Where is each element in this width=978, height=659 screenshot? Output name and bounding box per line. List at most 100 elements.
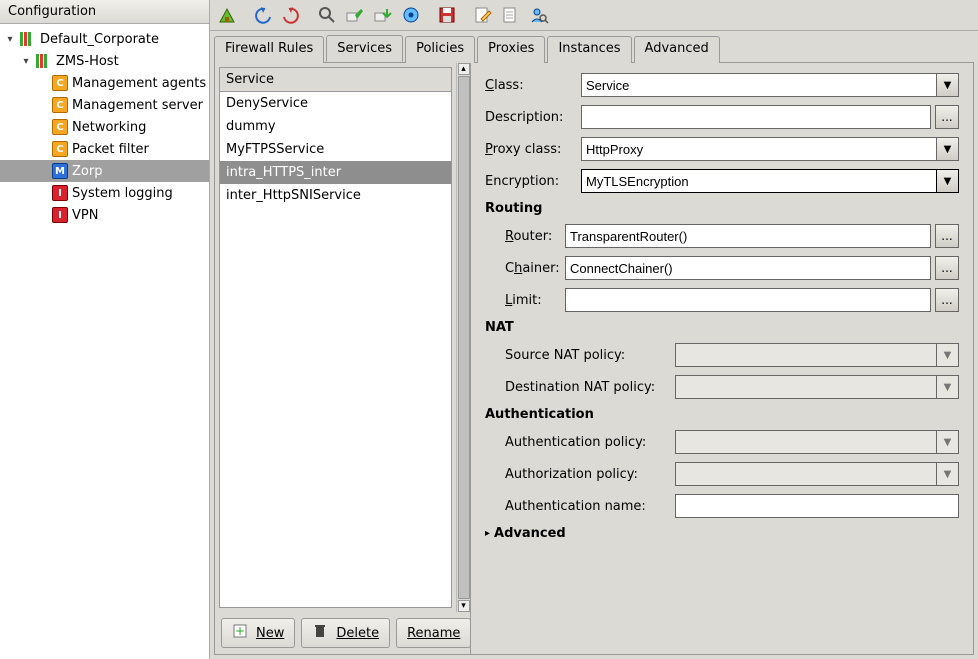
edit-icon [473,5,493,25]
tab-instances[interactable]: Instances [547,36,631,63]
receive-icon [373,5,393,25]
module-icon [52,163,68,179]
tree-item-label: System logging [72,186,173,201]
service-item[interactable]: intra_HTTPS_inter [220,161,451,184]
tree-item-label: Management agents [72,76,206,91]
module-icon [52,75,68,91]
chainer-label: Chainer: [505,261,565,276]
expand-icon[interactable]: ▾ [4,34,16,45]
ellipsis-button[interactable]: ... [935,105,959,129]
doc-icon[interactable] [498,2,524,28]
settings-icon[interactable] [398,2,424,28]
scroll-down-icon[interactable]: ▾ [458,600,470,612]
dropdown-icon[interactable]: ▼ [937,169,959,193]
tree-item-vpn[interactable]: VPN [0,204,209,226]
service-item[interactable]: MyFTPSService [220,138,451,161]
scrollbar[interactable]: ▴ ▾ [456,63,470,612]
service-item[interactable]: inter_HttpSNIService [220,184,451,207]
authname-input[interactable] [675,494,959,518]
class-select[interactable] [581,73,937,97]
service-item[interactable]: DenyService [220,92,451,115]
expand-icon[interactable]: ▾ [20,56,32,67]
main-panel: Firewall RulesServicesPoliciesProxiesIns… [210,0,978,659]
trash-icon [312,623,332,643]
limit-input[interactable] [565,288,931,312]
host-icon [36,54,52,68]
ellipsis-button[interactable]: ... [935,256,959,280]
search-icon [317,5,337,25]
tree-item-zorp[interactable]: Zorp [0,160,209,182]
router-input[interactable] [565,224,931,248]
user-search-icon[interactable] [526,2,552,28]
settings-icon [401,5,421,25]
authnpol-select[interactable] [675,430,937,454]
authname-label: Authentication name: [505,499,675,514]
dropdown-icon[interactable]: ▼ [937,73,959,97]
search-icon[interactable] [314,2,340,28]
doc-icon [501,5,521,25]
ellipsis-button[interactable]: ... [935,224,959,248]
delete-button[interactable]: Delete [301,618,390,648]
service-list: Service DenyServicedummyMyFTPSServiceint… [219,67,452,608]
new-button[interactable]: + New [221,618,295,648]
dropdown-icon[interactable]: ▼ [937,462,959,486]
tree-panel: Configuration ▾ Default_Corporate ▾ ZMS-… [0,0,210,659]
toolbar [210,0,978,31]
scroll-thumb[interactable] [458,76,470,599]
class-label: Class: [485,78,581,93]
receive-icon[interactable] [370,2,396,28]
proxy-select[interactable] [581,137,937,161]
rename-button[interactable]: Rename [396,618,471,648]
org-icon [20,32,36,46]
description-label: Description: [485,110,581,125]
chainer-input[interactable] [565,256,931,280]
module-icon [52,185,68,201]
apply-icon[interactable] [342,2,368,28]
tree-root-label: Default_Corporate [40,32,159,47]
home-icon[interactable] [214,2,240,28]
tab-firewall-rules[interactable]: Firewall Rules [214,36,324,63]
ellipsis-button[interactable]: ... [935,288,959,312]
tab-advanced[interactable]: Advanced [634,36,720,63]
tree-title: Configuration [0,0,209,24]
tree-host[interactable]: ▾ ZMS-Host [0,50,209,72]
details-form: Class: ▼ Description: ... Proxy class: ▼ [471,63,973,654]
dstnat-label: Destination NAT policy: [505,380,675,395]
tab-policies[interactable]: Policies [405,36,475,63]
description-input[interactable] [581,105,931,129]
tab-services[interactable]: Services [326,35,403,62]
advanced-section[interactable]: ▸ Advanced [485,526,959,541]
dropdown-icon[interactable]: ▼ [937,137,959,161]
authzpol-select[interactable] [675,462,937,486]
dropdown-icon[interactable]: ▼ [937,430,959,454]
service-list-header[interactable]: Service [220,68,451,92]
dropdown-icon[interactable]: ▼ [937,343,959,367]
tree-body: ▾ Default_Corporate ▾ ZMS-Host Managemen… [0,24,209,659]
undo-icon [253,5,273,25]
tab-proxies[interactable]: Proxies [477,36,545,63]
encryption-select[interactable] [581,169,937,193]
redo-icon[interactable] [278,2,304,28]
add-icon: + [232,623,252,643]
dstnat-select[interactable] [675,375,937,399]
scroll-up-icon[interactable]: ▴ [458,63,470,75]
tree-item-management-server[interactable]: Management server [0,94,209,116]
service-panel: Service DenyServicedummyMyFTPSServiceint… [215,63,471,654]
dropdown-icon[interactable]: ▼ [937,375,959,399]
redo-icon [281,5,301,25]
undo-icon[interactable] [250,2,276,28]
tree-item-label: Packet filter [72,142,149,157]
service-item[interactable]: dummy [220,115,451,138]
disk-icon[interactable] [434,2,460,28]
tree-item-management-agents[interactable]: Management agents [0,72,209,94]
tree-item-packet-filter[interactable]: Packet filter [0,138,209,160]
srcnat-select[interactable] [675,343,937,367]
apply-icon [345,5,365,25]
tree-item-system-logging[interactable]: System logging [0,182,209,204]
service-buttons: + New Delete Rename [215,612,470,654]
tree-item-networking[interactable]: Networking [0,116,209,138]
home-icon [217,5,237,25]
delete-button-label: Delete [336,626,379,641]
tree-root[interactable]: ▾ Default_Corporate [0,28,209,50]
edit-icon[interactable] [470,2,496,28]
